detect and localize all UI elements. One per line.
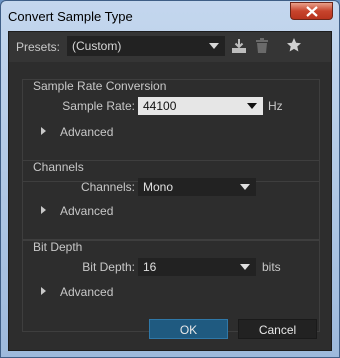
bit-depth-dropdown[interactable]: 16 — [138, 258, 256, 276]
section-title: Sample Rate Conversion — [33, 79, 167, 93]
channels-section: Channels Channels: Mono Advanced — [22, 160, 320, 240]
settings-panel: Sample Rate Conversion Sample Rate: 4410… — [9, 62, 331, 350]
chevron-down-icon — [240, 264, 250, 270]
trash-icon[interactable] — [255, 38, 269, 54]
expand-arrow-icon — [41, 127, 46, 135]
bit-depth-unit: bits — [262, 260, 281, 274]
presets-value: (Custom) — [72, 39, 122, 53]
advanced-label: Advanced — [60, 204, 114, 218]
channels-label: Channels: — [80, 180, 135, 194]
bit-depth-value: 16 — [143, 260, 157, 274]
close-button[interactable] — [290, 2, 333, 20]
expand-arrow-icon — [41, 206, 46, 214]
sample-rate-value: 44100 — [143, 99, 177, 113]
presets-dropdown[interactable]: (Custom) — [67, 36, 225, 56]
chevron-down-icon — [240, 184, 250, 190]
title-bar[interactable]: Convert Sample Type — [1, 1, 339, 31]
presets-toolbar: Presets: (Custom) — [9, 32, 331, 62]
advanced-label: Advanced — [60, 285, 114, 299]
chevron-down-icon — [247, 103, 257, 109]
section-title: Bit Depth — [33, 240, 83, 254]
cancel-button[interactable]: Cancel — [238, 319, 317, 339]
chevron-down-icon — [209, 43, 219, 49]
window-title: Convert Sample Type — [8, 9, 133, 24]
advanced-label: Advanced — [60, 125, 114, 139]
presets-label: Presets: — [16, 40, 61, 54]
dialog-window: Convert Sample Type Presets: (Custom) Sa… — [0, 0, 340, 358]
expand-arrow-icon — [41, 287, 46, 295]
star-icon[interactable] — [286, 37, 302, 53]
sample-rate-dropdown[interactable]: 44100 — [138, 97, 263, 115]
sample-rate-unit: Hz — [268, 99, 283, 113]
section-title: Channels — [33, 160, 84, 174]
close-icon — [305, 5, 318, 17]
dialog-content: Presets: (Custom) Sample Rate Conversion — [8, 31, 332, 351]
ok-button[interactable]: OK — [149, 319, 228, 339]
channels-dropdown[interactable]: Mono — [138, 178, 256, 196]
bit-depth-label: Bit Depth: — [82, 260, 135, 274]
save-preset-icon[interactable] — [231, 38, 247, 54]
channels-value: Mono — [143, 180, 174, 194]
sample-rate-label: Sample Rate: — [62, 99, 135, 113]
